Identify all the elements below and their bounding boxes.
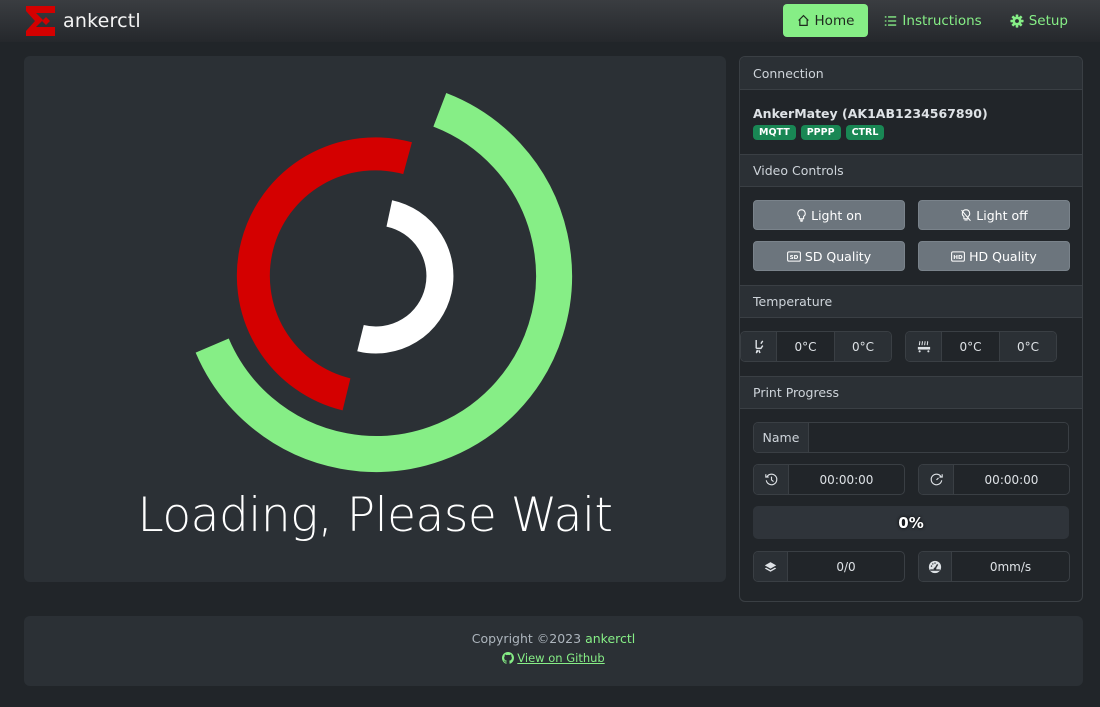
sd-quality-label: SD Quality xyxy=(804,248,872,264)
nav-setup[interactable]: Setup xyxy=(998,4,1080,37)
bed-temp-group: 0°C 0°C xyxy=(905,331,1057,362)
remaining-time: 00:00:00 xyxy=(984,472,1039,487)
connection-body: AnkerMatey (AK1AB1234567890) MQTT PPPP C… xyxy=(740,90,1082,154)
print-name-group: Name xyxy=(753,422,1069,453)
elapsed-time: 00:00:00 xyxy=(819,472,874,487)
print-progress-header: Print Progress xyxy=(740,376,1082,409)
nav-instructions[interactable]: Instructions xyxy=(872,4,993,37)
svg-text:SD: SD xyxy=(789,254,798,260)
sd-icon: SD xyxy=(786,250,801,262)
bed-current-temp: 0°C xyxy=(942,332,1000,361)
sd-quality-button[interactable]: SD SD Quality xyxy=(753,241,905,271)
print-progress-bar: 0% xyxy=(753,506,1069,539)
temperature-body: 0°C 0°C 0°C 0°C xyxy=(740,318,1082,376)
hd-quality-label: HD Quality xyxy=(969,248,1037,264)
video-panel: Loading, Please Wait xyxy=(24,56,726,582)
temperature-header: Temperature xyxy=(740,285,1082,318)
connection-header: Connection xyxy=(740,57,1082,90)
light-on-button[interactable]: Light on xyxy=(753,200,905,230)
print-speed: 0mm/s xyxy=(989,559,1032,574)
nav-home-label: Home xyxy=(814,12,855,29)
nozzle-temp-group: 0°C 0°C xyxy=(740,331,892,362)
house-icon xyxy=(797,14,809,26)
github-icon xyxy=(502,652,515,664)
copyright: Copyright ©2023 ankerctl xyxy=(24,631,1083,646)
hd-icon: HD xyxy=(951,250,966,262)
bed-target-temp: 0°C xyxy=(1000,332,1056,361)
brand-title: ankerctl xyxy=(63,10,141,32)
footer-brand-link[interactable]: ankerctl xyxy=(585,631,635,646)
status-sidebar: Connection AnkerMatey (AK1AB1234567890) … xyxy=(739,56,1083,602)
github-link-label: View on Github xyxy=(517,651,605,665)
video-controls-body: Light on Light off SD SD Quality HD HD Q… xyxy=(740,187,1082,285)
nav-setup-label: Setup xyxy=(1028,12,1068,29)
video-controls-header: Video Controls xyxy=(740,154,1082,187)
remaining-time-group: 00:00:00 xyxy=(918,464,1070,495)
layers-icon xyxy=(754,552,788,581)
elapsed-time-group: 00:00:00 xyxy=(753,464,905,495)
github-link[interactable]: View on Github xyxy=(502,651,605,665)
clockwise-timer-icon xyxy=(919,465,954,494)
print-name-label: Name xyxy=(754,423,809,452)
light-off-button[interactable]: Light off xyxy=(918,200,1070,230)
navbar: ankerctl Home Instructions Setup xyxy=(0,0,1100,42)
nozzle-target-temp: 0°C xyxy=(835,332,891,361)
lightbulb-icon xyxy=(797,208,806,222)
speedometer-icon xyxy=(919,552,952,581)
main-nav: Home Instructions Setup xyxy=(779,4,1080,37)
footer: Copyright ©2023 ankerctl View on Github xyxy=(24,616,1083,686)
print-progress-body: Name 00:00:00 00:00:00 0% 0/0 0mm/s xyxy=(740,409,1082,582)
badge-ctrl: CTRL xyxy=(845,125,885,140)
nozzle-current-temp: 0°C xyxy=(777,332,835,361)
history-icon xyxy=(754,465,789,494)
print-name-value xyxy=(809,423,1068,452)
list-icon xyxy=(885,15,897,26)
progress-percent: 0% xyxy=(898,513,924,532)
spinner-arc-inner xyxy=(357,200,454,354)
layer-count: 0/0 xyxy=(836,559,856,574)
nozzle-icon xyxy=(741,332,777,361)
loading-message: Loading, Please Wait xyxy=(137,488,613,543)
lightbulb-off-icon xyxy=(961,208,972,221)
ankerctl-logo-icon xyxy=(26,6,55,36)
badge-mqtt: MQTT xyxy=(753,125,796,140)
copyright-text: Copyright ©2023 xyxy=(471,631,582,646)
light-off-label: Light off xyxy=(976,207,1028,223)
badge-pppp: PPPP xyxy=(800,125,841,140)
speed-group: 0mm/s xyxy=(918,551,1070,582)
svg-text:HD: HD xyxy=(953,254,963,260)
printer-name: AnkerMatey (AK1AB1234567890) xyxy=(753,106,988,121)
nav-home[interactable]: Home xyxy=(782,4,869,37)
light-on-label: Light on xyxy=(811,207,862,223)
brand[interactable]: ankerctl xyxy=(25,5,141,37)
layers-group: 0/0 xyxy=(753,551,905,582)
spinner-arc-middle xyxy=(236,137,412,411)
connection-badges: MQTT PPPP CTRL xyxy=(753,125,1069,154)
gear-icon xyxy=(1010,13,1024,28)
nav-instructions-label: Instructions xyxy=(902,12,982,29)
heated-bed-icon xyxy=(906,332,942,361)
hd-quality-button[interactable]: HD HD Quality xyxy=(918,241,1070,271)
